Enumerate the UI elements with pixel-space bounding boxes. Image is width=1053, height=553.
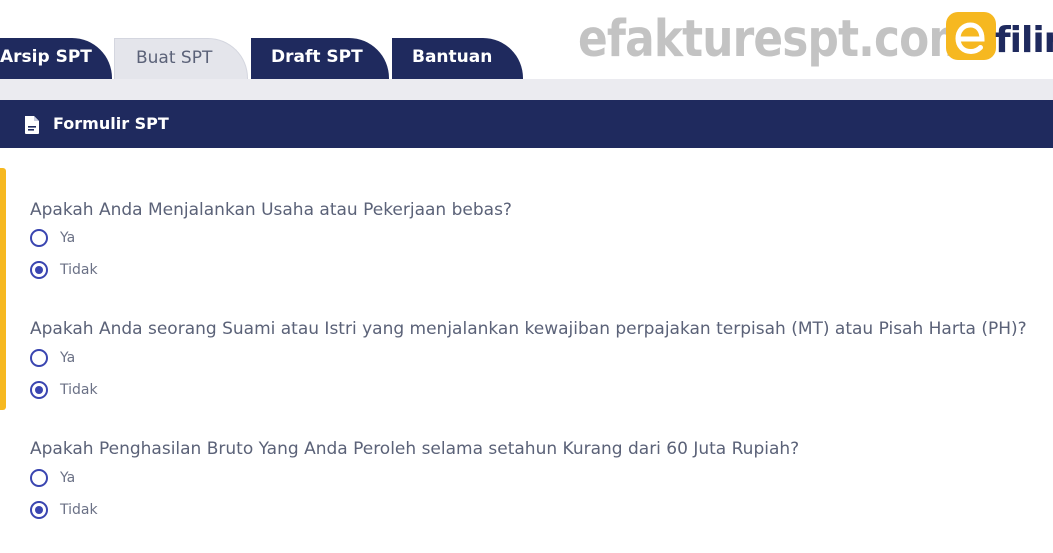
tab-label: Bantuan	[412, 47, 493, 67]
radio-button[interactable]	[30, 229, 48, 247]
option-label: Ya	[60, 470, 76, 486]
radio-button-selected[interactable]	[30, 261, 48, 279]
radio-button-selected[interactable]	[30, 381, 48, 399]
top-navigation: Arsip SPT Buat SPT Draft SPT Bantuan efa…	[0, 0, 1053, 79]
efiling-logo-icon	[955, 22, 985, 55]
form-title: Formulir SPT	[53, 114, 169, 133]
tab-label: Arsip SPT	[0, 47, 92, 67]
radio-dot-icon	[35, 506, 43, 514]
option-label: Tidak	[60, 382, 98, 398]
radio-button[interactable]	[30, 469, 48, 487]
watermark-text: efakturespt.com	[578, 10, 974, 69]
document-icon	[25, 116, 39, 134]
tab-underline-band	[0, 79, 1053, 100]
tab-label: Draft SPT	[271, 47, 363, 67]
option-label: Ya	[60, 350, 76, 366]
radio-button-selected[interactable]	[30, 501, 48, 519]
radio-button[interactable]	[30, 349, 48, 367]
radio-dot-icon	[35, 266, 43, 274]
option-label: Ya	[60, 230, 76, 246]
efiling-logo-text: filin	[995, 20, 1053, 61]
tab-bantuan[interactable]: Bantuan	[392, 38, 523, 79]
option-label: Tidak	[60, 502, 98, 518]
section-accent-bar	[0, 168, 6, 410]
question-penghasilan-bruto: Apakah Penghasilan Bruto Yang Anda Perol…	[30, 439, 800, 459]
question-pisah-harta: Apakah Anda seorang Suami atau Istri yan…	[30, 319, 1027, 339]
tab-buat-spt[interactable]: Buat SPT	[114, 38, 248, 79]
tab-arsip-spt[interactable]: Arsip SPT	[0, 38, 112, 79]
form-header: Formulir SPT	[0, 100, 1053, 148]
question-usaha: Apakah Anda Menjalankan Usaha atau Peker…	[30, 200, 512, 220]
efiling-logo-mark	[946, 12, 996, 60]
tab-draft-spt[interactable]: Draft SPT	[251, 38, 389, 79]
option-label: Tidak	[60, 262, 98, 278]
tab-label: Buat SPT	[136, 48, 213, 68]
radio-dot-icon	[35, 386, 43, 394]
